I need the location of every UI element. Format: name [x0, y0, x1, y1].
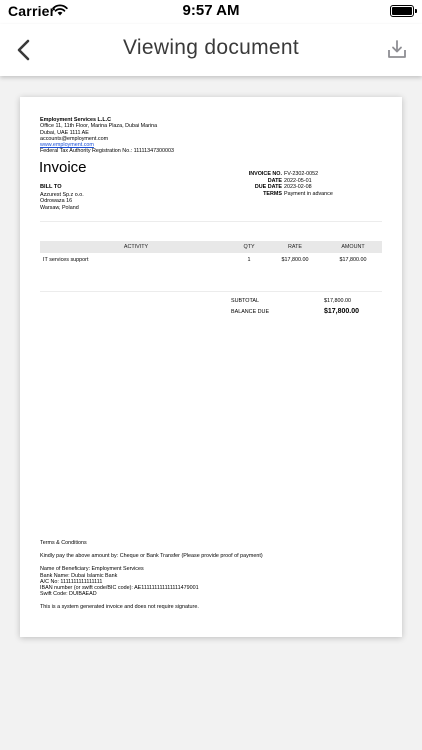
meta-row-invoice-no: INVOICE NO. FV-2302-0052 [240, 171, 333, 178]
meta-value: Payment in advance [284, 190, 333, 197]
page-title: Viewing document [122, 36, 300, 59]
navigation-bar: Viewing document [0, 24, 422, 76]
bill-to-name: Azzurest Sp.z o.o. [40, 191, 84, 198]
meta-value: 2023-02-08 [284, 184, 312, 191]
company-address-line1: Office 11, 11th Floor, Marina Plaza, Dub… [40, 123, 158, 130]
terms-heading: Terms & Conditions [40, 540, 87, 546]
bill-to-label: BILL TO [40, 184, 62, 190]
meta-value: 2022-05-01 [284, 177, 312, 184]
terms-and-conditions: Terms & Conditions Kindly pay the above … [40, 540, 382, 611]
download-icon [388, 40, 406, 58]
subtotal-value: $17,800.00 [324, 298, 351, 304]
company-info: Employment Services L.L.C Office 11, 11t… [40, 117, 174, 155]
bill-to-block: BILL TO Azzurest Sp.z o.o. Odrowaza 16 W… [40, 184, 84, 211]
meta-label: DUE DATE [254, 184, 282, 191]
cell-qty: 1 [247, 256, 251, 263]
bill-to-street: Odrowaza 16 [40, 198, 73, 205]
invoice-document[interactable]: Employment Services L.L.C Office 11, 11t… [20, 97, 402, 637]
table-row: IT services support 1 $17,800.00 $17,800… [40, 253, 382, 266]
status-bar: Carrier 9:57 AM [0, 0, 422, 24]
meta-row-date: DATE 2022-05-01 [240, 178, 333, 185]
balance-due-value: $17,800.00 [324, 308, 360, 315]
column-header-amount: AMOUNT [341, 244, 365, 250]
bill-to-city: Warsaw, Poland [40, 204, 79, 211]
column-header-rate: RATE [288, 244, 302, 250]
download-button[interactable] [386, 37, 408, 61]
column-header-activity: ACTIVITY [123, 244, 149, 250]
cell-rate: $17,800.00 [281, 256, 309, 263]
table-header: ACTIVITY QTY RATE AMOUNT [40, 241, 382, 253]
footer-note: This is a system generated invoice and d… [40, 604, 199, 611]
subtotal-row: SUBTOTAL $17,800.00 [231, 298, 359, 308]
subtotal-label: SUBTOTAL [231, 298, 259, 304]
invoice-heading: Invoice [39, 159, 87, 176]
meta-value: FV-2302-0052 [284, 171, 319, 177]
cell-amount: $17,800.00 [339, 256, 367, 263]
payment-note: Kindly pay the above amount by: Cheque o… [40, 553, 263, 560]
bank-swift: Swift Code: DUIBAEAD [40, 591, 97, 598]
status-time: 9:57 AM [182, 2, 240, 19]
company-tax-registration: Federal Tax Authority Registration No.: … [40, 148, 175, 155]
meta-row-due-date: DUE DATE 2023-02-08 [240, 184, 333, 191]
cell-activity: IT services support [43, 256, 89, 263]
meta-label: DATE [267, 177, 282, 184]
column-header-qty: QTY [243, 244, 255, 250]
meta-label: TERMS [263, 190, 282, 197]
balance-due-label: BALANCE DUE [231, 309, 270, 315]
meta-row-terms: TERMS Payment in advance [240, 191, 333, 198]
section-divider [40, 221, 382, 222]
battery-icon [390, 5, 417, 17]
invoice-meta: INVOICE NO. FV-2302-0052 DATE 2022-05-01… [240, 171, 333, 197]
meta-label: INVOICE NO. [248, 171, 282, 177]
section-divider [40, 291, 382, 292]
balance-due-row: BALANCE DUE $17,800.00 [231, 308, 359, 318]
totals-block: SUBTOTAL $17,800.00 BALANCE DUE $17,800.… [231, 298, 359, 318]
line-items-table: ACTIVITY QTY RATE AMOUNT IT services sup… [40, 241, 382, 266]
